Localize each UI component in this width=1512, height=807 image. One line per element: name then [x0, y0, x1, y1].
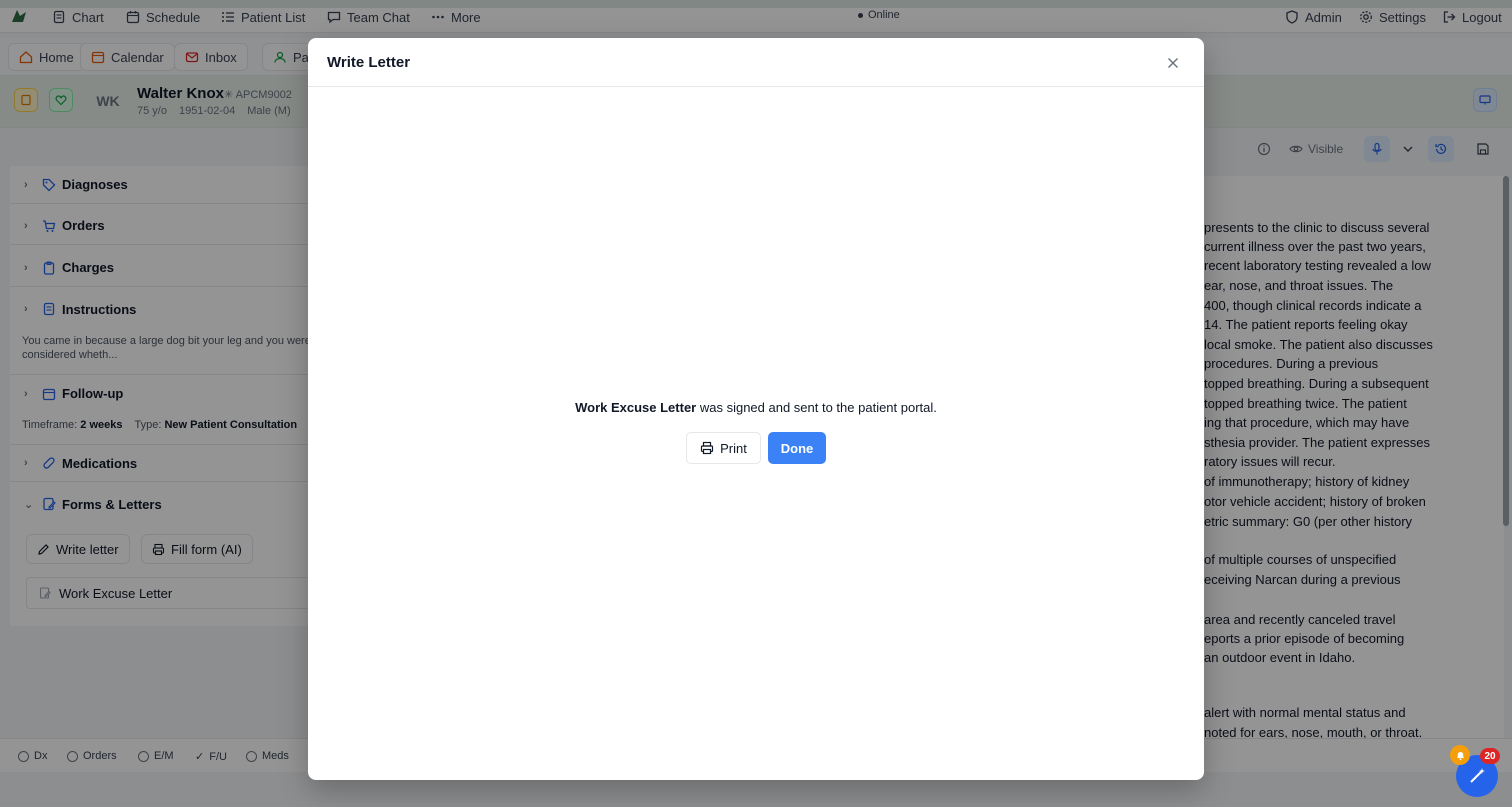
print-button[interactable]: Print: [686, 432, 761, 464]
notification-count-badge: 20: [1480, 748, 1500, 764]
close-icon: [1168, 58, 1178, 68]
write-letter-dialog: Write Letter Work Excuse Letter was sign…: [308, 38, 1204, 780]
close-button[interactable]: [1163, 53, 1183, 73]
done-button[interactable]: Done: [768, 432, 826, 464]
printer-icon: [701, 441, 714, 455]
magic-wand-icon: [1470, 768, 1485, 783]
letter-name: Work Excuse Letter: [575, 400, 697, 415]
notification-bell-icon[interactable]: [1450, 745, 1470, 765]
dialog-title: Write Letter: [327, 54, 411, 71]
print-label: Print: [720, 440, 747, 456]
bell-icon: [1456, 751, 1464, 760]
confirmation-message: Work Excuse Letter was signed and sent t…: [308, 400, 1204, 415]
dialog-header: Write Letter: [308, 38, 1204, 87]
confirmation-text: was signed and sent to the patient porta…: [696, 400, 937, 415]
